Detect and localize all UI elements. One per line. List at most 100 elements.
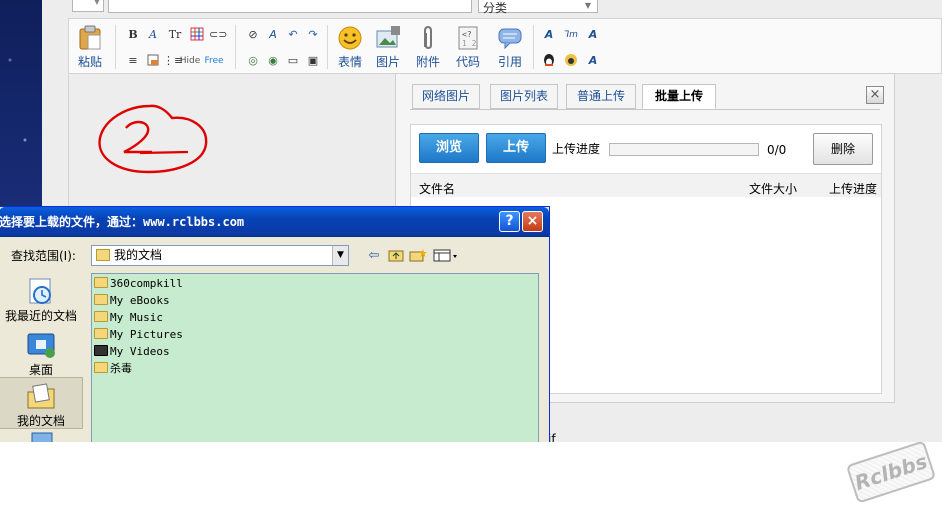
place-label: 我的文档 (16, 414, 65, 428)
browse-button[interactable]: 浏览 (419, 133, 479, 163)
attachment-label: 附件 (415, 55, 440, 69)
file-open-dialog: 选择要上载的文件，通过：www.rclbbs.com ? × 查找范围(I): … (0, 206, 550, 442)
paste-button[interactable]: 粘贴 (75, 25, 105, 70)
place-desktop[interactable]: 桌面 (0, 327, 83, 377)
file-name: My Pictures (110, 328, 183, 341)
undo-icon[interactable]: ↶ (285, 27, 301, 43)
new-folder-icon[interactable] (409, 248, 427, 264)
align-icon[interactable]: ≡ (125, 53, 141, 69)
qq-show-icon[interactable] (563, 53, 579, 69)
image-button[interactable]: 图片 (371, 25, 405, 70)
qq-icon[interactable] (541, 53, 557, 69)
tab-divider (410, 109, 880, 110)
qq-avatar-icon (565, 54, 577, 66)
pictures-folder-icon (94, 328, 108, 339)
background-color-icon[interactable] (145, 53, 161, 69)
tab-image-list[interactable]: 图片列表 (490, 84, 558, 109)
list-item[interactable]: 杀毒 (94, 361, 132, 377)
redo-icon[interactable]: ↷ (305, 27, 321, 43)
smiley-icon (338, 26, 362, 50)
delete-button[interactable]: 删除 (813, 133, 873, 165)
list-item[interactable]: My eBooks (94, 293, 170, 309)
view-menu-icon[interactable] (433, 248, 459, 264)
code-icon: <? 1 2 (458, 26, 478, 50)
source-icon[interactable]: ▣ (305, 53, 321, 69)
editor-topbar: ▼ 分类 ▼ (66, 0, 942, 16)
font-style-icon[interactable]: A (541, 27, 557, 43)
help-button[interactable]: ? (499, 211, 520, 232)
link-icon[interactable]: ⊂⊃ (209, 27, 227, 43)
file-name: My eBooks (110, 294, 170, 307)
quote-bubble-icon (498, 28, 522, 50)
list-icon[interactable]: ⋮≡ (163, 53, 183, 69)
list-item[interactable]: 360compkill (94, 276, 183, 292)
attachment-button[interactable]: 附件 (411, 25, 445, 70)
post-title-input[interactable] (108, 0, 472, 13)
folder-icon (94, 294, 108, 305)
fill-icon (147, 54, 159, 66)
music-folder-icon (94, 311, 108, 322)
place-my-documents[interactable]: 我的文档 (0, 377, 83, 429)
media-icon[interactable]: ◉ (265, 53, 281, 69)
folder-icon (94, 362, 108, 373)
unlink-icon[interactable]: ⊘ (245, 27, 261, 43)
file-name: 360compkill (110, 277, 183, 290)
back-icon[interactable]: ⇦ (365, 248, 383, 264)
progress-count: 0/0 (767, 143, 787, 157)
column-upload-progress: 上传进度 (829, 182, 878, 196)
subscript-icon[interactable]: A (585, 53, 601, 69)
chevron-down-icon: ▼ (93, 0, 100, 6)
post-type-select[interactable]: ▼ (72, 0, 104, 12)
column-file-size: 文件大小 (749, 182, 798, 196)
bold-icon[interactable]: B (125, 27, 141, 43)
list-item[interactable]: My Music (94, 310, 163, 326)
place-label: 桌面 (28, 363, 53, 377)
toolbar-divider (533, 25, 534, 69)
column-file-name: 文件名 (419, 182, 456, 196)
my-documents-icon (27, 383, 55, 409)
view-grid-icon (433, 249, 457, 262)
tab-normal-upload[interactable]: 普通上传 (566, 84, 636, 109)
flash-icon[interactable]: ◎ (245, 53, 261, 69)
free-button[interactable]: Free (203, 53, 225, 69)
place-my-computer[interactable] (0, 431, 83, 442)
image-label: 图片 (375, 55, 400, 69)
superscript-icon[interactable]: A (585, 27, 601, 43)
code-button[interactable]: <? 1 2 代码 (451, 25, 485, 70)
my-computer-icon (31, 432, 53, 442)
upload-button[interactable]: 上传 (486, 133, 546, 163)
place-recent-documents[interactable]: 我最近的文档 (0, 273, 83, 325)
list-item[interactable]: My Videos (94, 344, 170, 360)
category-label: 分类 (483, 1, 508, 15)
dialog-close-button[interactable]: × (522, 211, 543, 232)
up-folder-icon[interactable] (387, 248, 405, 264)
font-color-icon[interactable]: A (145, 27, 161, 43)
look-in-label: 查找范围(I): (11, 249, 76, 263)
close-icon[interactable]: × (866, 86, 884, 104)
list-item[interactable]: My Pictures (94, 327, 183, 343)
watermark-stamp: Rclbbs (845, 440, 937, 504)
look-in-select[interactable]: 我的文档 ▼ (91, 245, 349, 266)
penguin-icon (544, 54, 554, 66)
toolbar-divider (235, 25, 236, 69)
font-family-icon[interactable]: Ꞁm (563, 27, 579, 43)
file-name: 杀毒 (110, 362, 132, 375)
folder-star-icon (409, 249, 427, 262)
remove-format-icon[interactable]: A (265, 27, 281, 43)
file-name: My Videos (110, 345, 170, 358)
category-select[interactable]: 分类 ▼ (478, 0, 598, 15)
page-icon[interactable]: ▭ (285, 53, 301, 69)
dialog-titlebar[interactable]: 选择要上载的文件，通过：www.rclbbs.com ? × (0, 207, 549, 237)
upload-progress-bar (609, 143, 759, 156)
chevron-down-icon[interactable]: ▼ (332, 246, 348, 265)
table-icon[interactable] (189, 27, 205, 43)
tab-web-image[interactable]: 网络图片 (412, 84, 480, 109)
quote-label: 引用 (497, 55, 522, 69)
tab-batch-upload[interactable]: 批量上传 (642, 84, 716, 109)
quote-button[interactable]: 引用 (493, 25, 527, 70)
emoticon-button[interactable]: 表情 (333, 25, 367, 70)
editor-toolbar: 粘贴 B A Tr ⊂⊃ ≡ ⋮≡ Hide Free ⊘ A ↶ ↷ ◎ ◉ … (68, 18, 942, 74)
places-bar: 我最近的文档 桌面 我的文档 (0, 273, 83, 442)
font-size-icon[interactable]: Tr (165, 27, 185, 43)
hide-button[interactable]: Hide (179, 53, 201, 69)
